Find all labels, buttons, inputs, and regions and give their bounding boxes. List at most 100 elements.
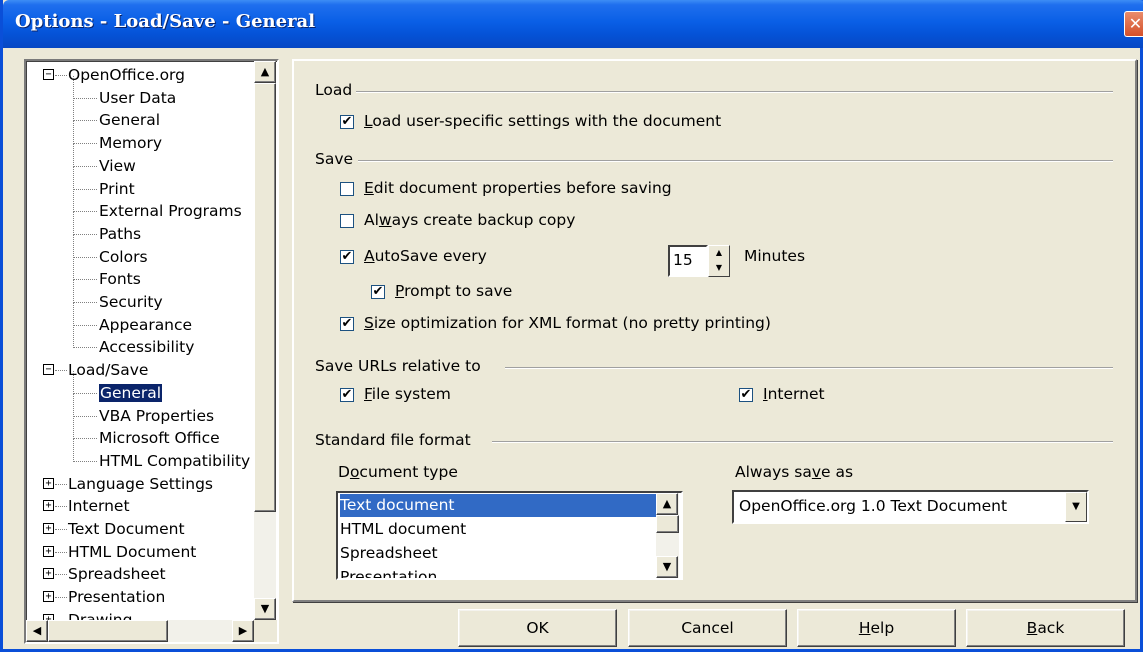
help-button[interactable]: Help [797,609,956,647]
file-system-label[interactable]: File system [364,385,451,403]
tree-horizontal-scrollbar[interactable]: ◀ ▶ [26,620,254,642]
scroll-down-icon[interactable]: ▼ [254,598,276,620]
internet-checkbox[interactable]: ✔ [739,388,753,402]
spin-up-icon[interactable]: ▲ [709,246,729,261]
tree-item[interactable]: + Text Document [43,518,185,540]
tree-item[interactable]: − Load/Save [43,359,148,381]
tree-item[interactable]: − OpenOffice.org [43,64,185,86]
title-bar[interactable]: Options - Load/Save - General ✕ [3,0,1143,48]
tree-item[interactable]: External Programs [73,189,242,222]
scroll-left-icon[interactable]: ◀ [26,620,48,642]
tree-connector [55,529,67,530]
list-scroll-up-icon[interactable]: ▲ [656,493,678,515]
document-type-list[interactable]: Text document HTML document Spreadsheet Pre… [336,491,683,580]
load-user-settings-checkbox[interactable]: ✔ [340,115,354,129]
tree-item[interactable]: Print [73,166,135,200]
check-icon: ✔ [740,387,752,402]
list-item[interactable]: Text document [340,494,656,517]
check-icon: ✔ [341,249,353,264]
tree-connector [73,165,97,167]
list-scroll-down-icon[interactable]: ▼ [656,556,678,578]
scroll-up-icon[interactable]: ▲ [254,61,276,83]
tree-connector [55,551,67,553]
tree-item[interactable]: Appearance [73,302,192,336]
tree-item-label: Presentation [68,588,166,607]
tree-item[interactable]: + HTML Document [43,541,196,563]
tree-item[interactable]: Paths [73,211,142,245]
list-item[interactable]: Presentation [340,566,437,578]
prompt-to-save-checkbox[interactable]: ✔ [371,285,385,299]
size-optimization-checkbox[interactable]: ✔ [340,317,354,331]
list-scrollbar[interactable]: ▲ ▼ [656,493,679,578]
always-save-as-select[interactable]: OpenOffice.org 1.0 Text Document ▼ [732,490,1089,524]
tree-connector [55,483,67,485]
tree-item-label: OpenOffice.org [68,66,185,84]
expand-icon[interactable]: + [43,568,54,580]
hscroll-thumb[interactable] [48,620,168,642]
autosave-checkbox[interactable]: ✔ [340,250,354,264]
tree-vertical-scrollbar[interactable]: ▲ ▼ [254,61,276,620]
list-scroll-thumb[interactable] [656,515,679,533]
expand-icon[interactable]: + [43,591,54,603]
size-optimization-label[interactable]: Size optimization for XML format (no pre… [364,314,771,332]
check-icon: ✔ [341,387,353,402]
edit-properties-checkbox[interactable] [340,182,354,196]
tree-item[interactable]: Memory [73,121,162,154]
tree-item[interactable]: User Data [73,75,176,109]
prompt-to-save-label[interactable]: Prompt to save [395,282,512,300]
autosave-label[interactable]: AutoSave every [364,247,487,265]
tree-connector [73,302,74,326]
scroll-right-icon[interactable]: ▶ [232,620,254,642]
expand-icon[interactable]: + [43,523,54,534]
tree-item[interactable]: Accessibility [73,325,194,358]
expand-icon[interactable]: + [43,477,54,489]
tree-item[interactable]: View [73,143,136,177]
tree-item[interactable]: General [73,370,163,404]
tree-item[interactable]: Microsoft Office [73,416,220,449]
chevron-down-icon[interactable]: ▼ [1065,492,1087,522]
divider [356,91,1113,93]
tree-connector [55,506,67,508]
options-tree[interactable]: − OpenOffice.org User Data General Memory Vie… [24,59,279,644]
load-user-settings-label[interactable]: Load user-specific settings with the doc… [364,112,721,130]
tree-item[interactable]: + Spreadsheet [43,563,166,585]
scroll-corner [254,620,277,642]
close-button[interactable]: ✕ [1124,11,1143,37]
load-heading: Load [315,81,353,99]
tree-item[interactable]: VBA Properties [73,393,214,427]
save-urls-heading: Save URLs relative to [315,357,481,375]
tree-item[interactable]: Colors [73,234,148,268]
collapse-icon[interactable]: − [43,364,54,376]
list-item[interactable]: HTML document [340,518,466,541]
tree-connector [73,233,97,235]
backup-copy-checkbox[interactable] [340,214,354,228]
internet-label[interactable]: Internet [763,385,825,403]
tree-item[interactable]: Fonts [73,257,141,290]
tree-connector [73,257,74,281]
back-button[interactable]: Back [966,609,1125,647]
tree-item[interactable]: Security [73,280,163,313]
autosave-minutes-input[interactable]: 15 [668,245,708,277]
ok-button[interactable]: OK [458,609,617,647]
tree-item[interactable]: + Language Settings [43,473,213,495]
file-system-checkbox[interactable]: ✔ [340,388,354,402]
tree-item-label: Paths [99,224,142,243]
cancel-button[interactable]: Cancel [628,609,787,647]
check-icon: ✔ [341,316,353,331]
tree-item[interactable]: + Presentation [43,586,166,608]
tree-item[interactable]: General [73,98,160,131]
expand-icon[interactable]: + [43,500,54,512]
tree-item-label: HTML Compatibility [99,451,251,470]
spin-down-icon[interactable]: ▼ [709,261,729,276]
collapse-icon[interactable]: − [43,69,54,80]
backup-copy-label[interactable]: Always create backup copy [364,211,575,229]
list-item[interactable]: Spreadsheet [340,542,438,565]
minutes-spinner[interactable]: ▲ ▼ [708,245,730,277]
edit-properties-label[interactable]: Edit document properties before saving [364,179,672,197]
tree-item[interactable]: HTML Compatibility [73,438,251,472]
expand-icon[interactable]: + [43,545,54,557]
tree-connector [73,211,97,213]
tree-item[interactable]: + Internet [43,495,130,517]
scroll-thumb[interactable] [254,83,276,512]
tree-connector [55,75,67,76]
